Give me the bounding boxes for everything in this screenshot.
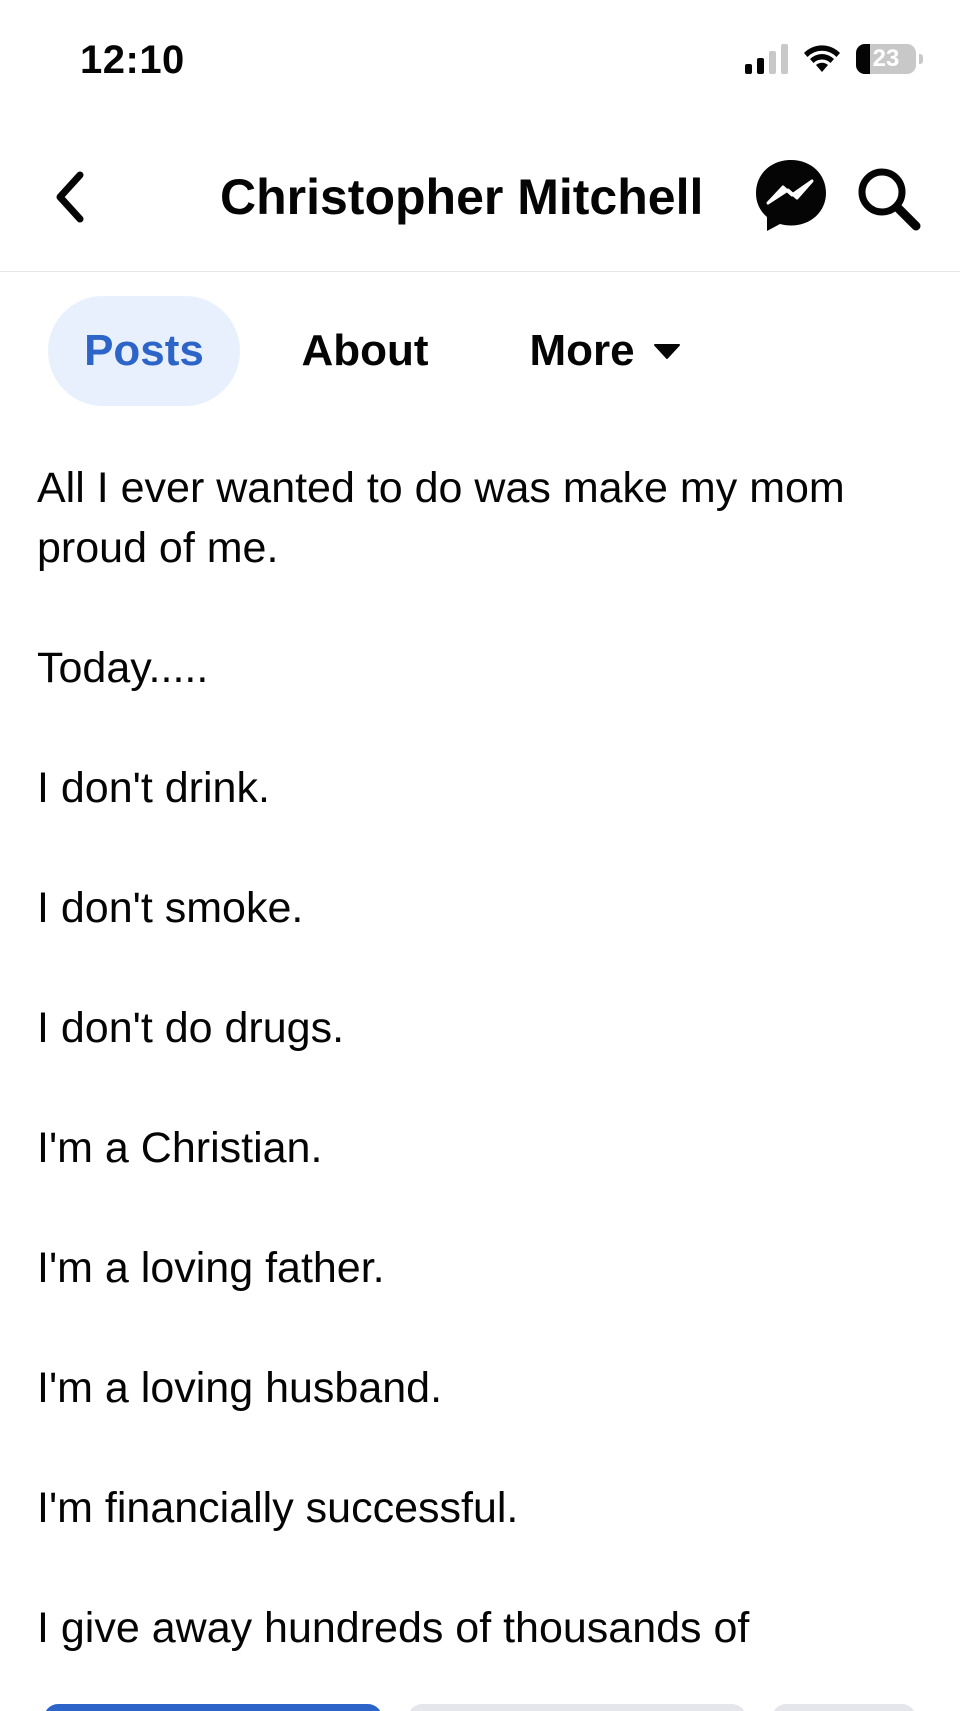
post-text: All I ever wanted to do was make my mom …: [37, 458, 927, 1658]
caret-down-icon: [653, 344, 680, 359]
more-action-button[interactable]: [772, 1704, 916, 1711]
post-line: Today.....: [37, 644, 209, 692]
status-time: 12:10: [80, 38, 185, 82]
back-chevron-icon: [56, 171, 84, 223]
cellular-signal-icon: [745, 44, 788, 74]
post-line: I don't do drugs.: [37, 1004, 345, 1052]
tab-posts[interactable]: Posts: [48, 296, 240, 406]
secondary-action-button[interactable]: [408, 1704, 746, 1711]
post-line: All I ever wanted to do was make my mom …: [37, 464, 845, 572]
messenger-icon: [756, 160, 826, 231]
primary-action-button[interactable]: [44, 1704, 382, 1711]
post-line: I'm a loving husband.: [37, 1364, 443, 1412]
search-button[interactable]: [854, 164, 922, 232]
messenger-button[interactable]: [754, 158, 828, 234]
post-line: I don't drink.: [37, 764, 270, 812]
profile-name-title: Christopher Mitchell: [220, 169, 704, 225]
profile-tabs: Posts About More: [0, 296, 960, 406]
status-icons: 23: [745, 44, 923, 74]
battery-level: 23: [872, 45, 900, 72]
post-line: I'm a loving father.: [37, 1244, 385, 1292]
post-line: I'm a Christian.: [37, 1124, 323, 1172]
post-line: I give away hundreds of thousands of: [37, 1604, 750, 1652]
battery-icon: 23: [856, 44, 923, 74]
tab-about-label: About: [301, 326, 429, 375]
profile-screen: 12:10 23 Christopher Mitchell Posts Abou…: [0, 0, 960, 1711]
status-bar: 12:10 23: [0, 0, 960, 120]
tab-more-label: More: [529, 326, 635, 375]
back-button[interactable]: [40, 162, 100, 232]
search-icon: [858, 168, 921, 231]
profile-header: Christopher Mitchell: [0, 140, 960, 272]
post-line: I don't smoke.: [37, 884, 304, 932]
action-buttons-row: [0, 1700, 960, 1711]
post-line: I'm financially successful.: [37, 1484, 519, 1532]
tab-about[interactable]: About: [280, 296, 450, 406]
wifi-icon: [804, 45, 840, 72]
tab-more[interactable]: More: [510, 296, 700, 406]
tab-posts-label: Posts: [84, 326, 204, 375]
